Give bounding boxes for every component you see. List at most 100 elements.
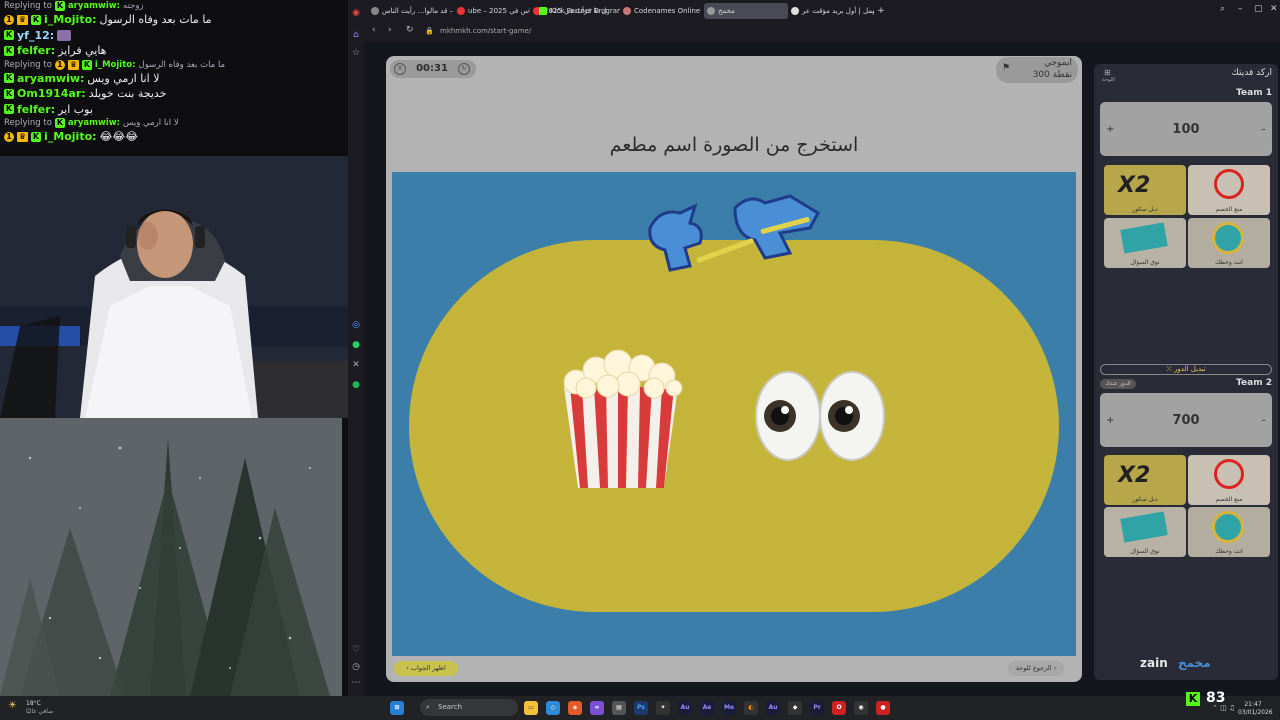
home-icon[interactable]: ⌂ bbox=[351, 30, 361, 40]
tab-label: Codenames Online bbox=[634, 7, 701, 15]
chat-username[interactable]: i_Mojito: bbox=[44, 13, 97, 26]
team2-decrement-button[interactable]: – bbox=[1261, 415, 1266, 426]
gift-badge-icon: 1 bbox=[4, 131, 14, 142]
team2-double-score-powerup[interactable]: X2 دبل سكور bbox=[1104, 455, 1186, 505]
chat-username[interactable]: i_Mojito: bbox=[95, 60, 136, 70]
streamer-video bbox=[0, 156, 348, 418]
history-icon[interactable]: ◷ bbox=[351, 662, 361, 672]
chat-message: K aryamwiw: لا انا ارمي ويس bbox=[4, 71, 344, 87]
browser-tab[interactable]: Kick Partner Program – K bbox=[536, 3, 620, 19]
browser-tab[interactable]: يحبت – قد مالوا… رأيت الناس bbox=[368, 3, 454, 19]
url-field[interactable]: 🔒 mkhmkh.com/start-game/ bbox=[418, 24, 1118, 39]
search-placeholder: Search bbox=[438, 703, 463, 711]
team2-increment-button[interactable]: + bbox=[1106, 415, 1114, 426]
scoreboard-title: اركد فديتك bbox=[1231, 68, 1272, 78]
chat-reply-line: Replying to K aryamwiw: لا انا ارمي ويس bbox=[4, 117, 344, 129]
maximize-icon[interactable]: ▢ bbox=[1254, 4, 1263, 14]
app-icon-2[interactable]: ◆ bbox=[788, 701, 802, 715]
photoshop-icon[interactable]: Ps bbox=[634, 701, 648, 715]
subscriber-badge-icon: K bbox=[54, 118, 65, 128]
messenger-icon[interactable]: ◎ bbox=[351, 320, 361, 330]
search-tabs-icon[interactable]: ⌕ bbox=[1220, 4, 1225, 14]
obs-icon[interactable]: ◉ bbox=[854, 701, 868, 715]
blender-icon[interactable]: ◐ bbox=[744, 701, 758, 715]
notepad-icon[interactable]: ▤ bbox=[612, 701, 626, 715]
minimize-icon[interactable]: – bbox=[1238, 4, 1243, 14]
subscriber-badge-icon: K bbox=[4, 73, 14, 84]
browser-logo-icon[interactable]: ◉ bbox=[351, 8, 361, 18]
subscriber-badge-icon: K bbox=[81, 59, 92, 70]
team2-block-powerup[interactable]: منع الخصم bbox=[1188, 455, 1270, 505]
browser-tab[interactable]: مهمل | أول بريد مؤقت عر bbox=[788, 3, 874, 19]
mkhmkh-brand-logo: مخمخ bbox=[1177, 656, 1211, 670]
team1-block-powerup[interactable]: منع الخصم bbox=[1188, 165, 1270, 215]
clock-time[interactable]: 21:47 bbox=[1238, 701, 1268, 708]
chat-message: 1 ♛ K i_Mojito: 😂😂😂 bbox=[4, 129, 344, 145]
clock-date[interactable]: 03/01/2026 bbox=[1238, 709, 1273, 716]
team1-increment-button[interactable]: + bbox=[1106, 124, 1114, 135]
opera-icon[interactable]: O bbox=[832, 701, 846, 715]
start-icon[interactable]: ⊞ bbox=[390, 701, 404, 715]
chat-username[interactable]: Om1914ar: bbox=[17, 87, 86, 100]
chat-username[interactable]: aryamwiw: bbox=[17, 72, 84, 85]
youtube-icon bbox=[457, 7, 465, 15]
pause-icon[interactable]: II bbox=[394, 63, 406, 75]
reset-icon[interactable]: ↻ bbox=[458, 63, 470, 75]
chat-message-text: ما مات بعد وفاه الرسول bbox=[99, 13, 212, 27]
eyes-emoji bbox=[755, 371, 885, 461]
audition-icon[interactable]: Au bbox=[678, 701, 692, 715]
team2-wheel-powerup[interactable]: انت وحظك bbox=[1188, 507, 1270, 557]
chat-username[interactable]: felfer: bbox=[17, 44, 55, 57]
browser-tab[interactable]: ube – 2025 رأيت الناس في bbox=[454, 3, 530, 19]
cards-icon bbox=[1120, 222, 1168, 254]
app-icon-3[interactable]: ● bbox=[876, 701, 890, 715]
team1-cards-powerup[interactable]: نوق السؤال bbox=[1104, 218, 1186, 268]
team1-wheel-powerup[interactable]: انت وحظك bbox=[1188, 218, 1270, 268]
visual-studio-icon[interactable]: ∞ bbox=[590, 701, 604, 715]
audition-icon-2[interactable]: Au bbox=[766, 701, 780, 715]
whatsapp-icon[interactable]: ● bbox=[351, 340, 361, 350]
team1-decrement-button[interactable]: – bbox=[1261, 124, 1266, 135]
gift-badge-icon: 1 bbox=[54, 59, 65, 70]
spotify-icon[interactable]: ● bbox=[351, 380, 361, 390]
zain-logo: zain bbox=[1140, 656, 1168, 670]
switch-turn-button[interactable]: ⤫ تبديل الدور bbox=[1100, 364, 1272, 375]
tray-icons[interactable]: ⌃ ◫ ♫ bbox=[1212, 704, 1235, 712]
after-effects-icon[interactable]: Ae bbox=[700, 701, 714, 715]
heart-icon[interactable]: ♡ bbox=[351, 645, 361, 655]
flag-icon[interactable]: ⚑ bbox=[1002, 63, 1010, 73]
block-icon bbox=[1214, 459, 1244, 489]
close-icon[interactable]: ✕ bbox=[1270, 4, 1278, 14]
browser-tab[interactable]: Codenames Online bbox=[620, 3, 706, 19]
weather-icon[interactable]: ☀ bbox=[8, 700, 17, 711]
chat-username[interactable]: felfer: bbox=[17, 103, 55, 116]
file-explorer-icon[interactable]: ▭ bbox=[524, 701, 538, 715]
reply-prefix: Replying to bbox=[4, 59, 52, 70]
weather-temperature: 18°C bbox=[26, 700, 41, 707]
x-icon[interactable]: ✕ bbox=[351, 360, 361, 370]
team1-double-score-powerup[interactable]: X2 دبل سكور bbox=[1104, 165, 1186, 215]
premiere-icon[interactable]: Pr bbox=[810, 701, 824, 715]
chat-message-text: 😂😂😂 bbox=[99, 130, 139, 144]
x2-icon: X2 bbox=[1118, 173, 1151, 198]
forward-icon[interactable]: › bbox=[388, 25, 392, 35]
chat-message-text: زوجته bbox=[123, 1, 144, 11]
media-encoder-icon[interactable]: Me bbox=[722, 701, 736, 715]
show-answer-button[interactable]: ‹ اظهر الجواب bbox=[394, 661, 458, 676]
browser-tab-active[interactable]: مخمخ bbox=[704, 3, 788, 19]
reload-icon[interactable]: ↻ bbox=[406, 25, 414, 35]
chat-username[interactable]: yf_12: bbox=[17, 29, 54, 42]
new-tab-button[interactable]: + bbox=[874, 3, 888, 19]
chat-username[interactable]: aryamwiw: bbox=[68, 1, 120, 11]
more-icon[interactable]: ⋯ bbox=[351, 678, 361, 688]
back-to-board-button[interactable]: الرجوع للوحة › bbox=[1008, 661, 1064, 676]
taskbar-search[interactable]: ⌕ Search bbox=[420, 699, 518, 716]
chat-username[interactable]: aryamwiw: bbox=[68, 118, 120, 128]
star-icon[interactable]: ☆ bbox=[351, 48, 361, 58]
app-icon[interactable]: ✦ bbox=[656, 701, 670, 715]
chat-username[interactable]: i_Mojito: bbox=[44, 130, 97, 143]
vscode-icon[interactable]: ◇ bbox=[546, 701, 560, 715]
brave-icon[interactable]: ◈ bbox=[568, 701, 582, 715]
team2-cards-powerup[interactable]: نوق السؤال bbox=[1104, 507, 1186, 557]
back-icon[interactable]: ‹ bbox=[372, 25, 376, 35]
